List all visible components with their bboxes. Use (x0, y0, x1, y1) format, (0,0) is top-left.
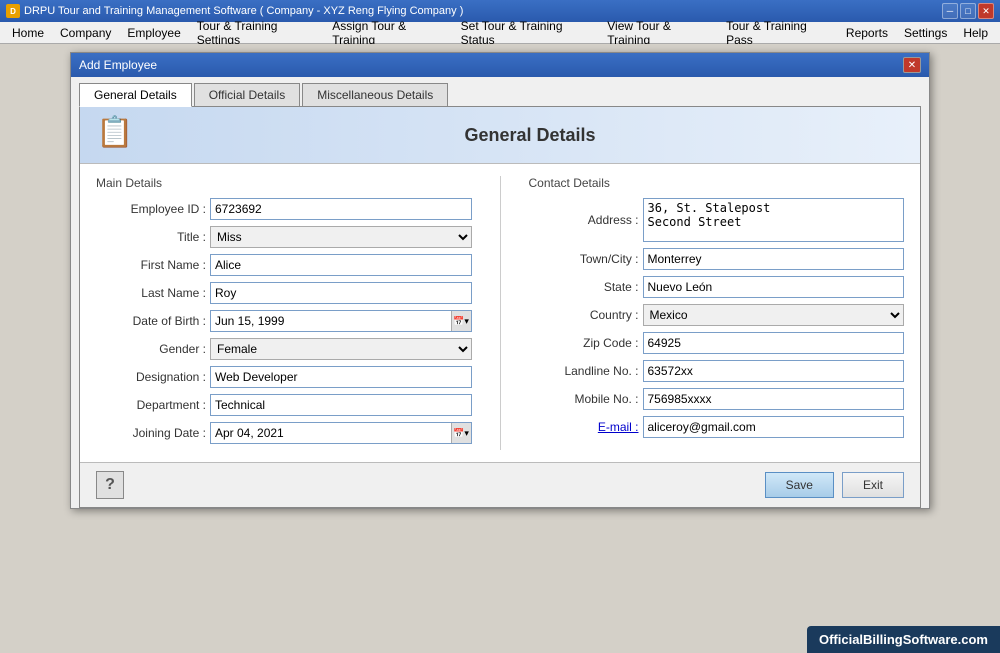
maximize-button[interactable]: □ (960, 3, 976, 19)
address-row: Address : 36, St. Stalepost Second Stree… (529, 198, 905, 242)
window-title: DRPU Tour and Training Management Softwa… (24, 5, 463, 17)
email-input[interactable] (643, 416, 905, 438)
tab-general-details[interactable]: General Details (79, 83, 192, 107)
last-name-label: Last Name : (96, 286, 206, 300)
dialog-close-button[interactable]: ✕ (903, 57, 921, 73)
app-icon: D (6, 4, 20, 18)
state-input[interactable] (643, 276, 905, 298)
menu-settings[interactable]: Settings (896, 24, 955, 42)
title-label: Title : (96, 230, 206, 244)
content-panel: General Details Main Details Employee ID… (79, 106, 921, 508)
tab-miscellaneous-details[interactable]: Miscellaneous Details (302, 83, 448, 106)
joining-date-wrapper: 📅▾ (210, 422, 472, 444)
country-label: Country : (529, 308, 639, 322)
address-label: Address : (529, 213, 639, 227)
dob-row: Date of Birth : 📅▾ (96, 310, 472, 332)
joining-date-calendar-button[interactable]: 📅▾ (451, 423, 471, 443)
state-row: State : (529, 276, 905, 298)
employee-id-row: Employee ID : (96, 198, 472, 220)
dob-input[interactable] (211, 312, 451, 330)
menu-help[interactable]: Help (955, 24, 996, 42)
close-window-button[interactable]: ✕ (978, 3, 994, 19)
dialog-title-bar: Add Employee ✕ (71, 53, 929, 77)
mobile-input[interactable] (643, 388, 905, 410)
dialog-title: Add Employee (79, 58, 157, 72)
form-divider (500, 176, 501, 450)
joining-date-label: Joining Date : (96, 426, 206, 440)
address-input[interactable]: 36, St. Stalepost Second Street (643, 198, 905, 242)
town-city-input[interactable] (643, 248, 905, 270)
employee-id-input[interactable] (210, 198, 472, 220)
main-details-label: Main Details (96, 176, 472, 190)
country-row: Country : Mexico USA Canada (529, 304, 905, 326)
last-name-input[interactable] (210, 282, 472, 304)
department-label: Department : (96, 398, 206, 412)
title-row: Title : Miss Mr Mrs Dr (96, 226, 472, 248)
section-icon (96, 115, 146, 155)
gender-select[interactable]: Female Male Other (210, 338, 472, 360)
landline-label: Landline No. : (529, 364, 639, 378)
tab-bar: General Details Official Details Miscell… (71, 77, 929, 106)
menu-home[interactable]: Home (4, 24, 52, 42)
save-button[interactable]: Save (765, 472, 834, 498)
menu-bar: Home Company Employee Tour & Training Se… (0, 22, 1000, 44)
menu-company[interactable]: Company (52, 24, 119, 42)
watermark: OfficialBillingSoftware.com (807, 626, 1000, 653)
main-area: Add Employee ✕ General Details Official … (0, 44, 1000, 653)
tab-official-details[interactable]: Official Details (194, 83, 300, 106)
help-button[interactable]: ? (96, 471, 124, 499)
zip-code-row: Zip Code : (529, 332, 905, 354)
designation-input[interactable] (210, 366, 472, 388)
menu-employee[interactable]: Employee (119, 24, 188, 42)
email-label[interactable]: E-mail : (529, 420, 639, 434)
first-name-input[interactable] (210, 254, 472, 276)
window-controls: ─ □ ✕ (942, 3, 994, 19)
zip-code-label: Zip Code : (529, 336, 639, 350)
add-employee-dialog: Add Employee ✕ General Details Official … (70, 52, 930, 509)
menu-reports[interactable]: Reports (838, 24, 896, 42)
joining-date-row: Joining Date : 📅▾ (96, 422, 472, 444)
contact-details-label: Contact Details (529, 176, 905, 190)
form-area: Main Details Employee ID : Title : Miss … (80, 164, 920, 462)
mobile-label: Mobile No. : (529, 392, 639, 406)
designation-row: Designation : (96, 366, 472, 388)
email-row: E-mail : (529, 416, 905, 438)
contact-details-section: Contact Details Address : 36, St. Stalep… (529, 176, 905, 450)
state-label: State : (529, 280, 639, 294)
minimize-button[interactable]: ─ (942, 3, 958, 19)
landline-input[interactable] (643, 360, 905, 382)
dob-label: Date of Birth : (96, 314, 206, 328)
joining-date-input[interactable] (211, 424, 451, 442)
first-name-row: First Name : (96, 254, 472, 276)
gender-row: Gender : Female Male Other (96, 338, 472, 360)
main-details-section: Main Details Employee ID : Title : Miss … (96, 176, 472, 450)
town-city-label: Town/City : (529, 252, 639, 266)
header-banner: General Details (80, 107, 920, 164)
employee-id-label: Employee ID : (96, 202, 206, 216)
zip-code-input[interactable] (643, 332, 905, 354)
dob-calendar-button[interactable]: 📅▾ (451, 311, 471, 331)
department-input[interactable] (210, 394, 472, 416)
title-select[interactable]: Miss Mr Mrs Dr (210, 226, 472, 248)
country-select[interactable]: Mexico USA Canada (643, 304, 905, 326)
exit-button[interactable]: Exit (842, 472, 904, 498)
mobile-row: Mobile No. : (529, 388, 905, 410)
first-name-label: First Name : (96, 258, 206, 272)
bottom-area: ? Save Exit (80, 462, 920, 507)
dob-date-wrapper: 📅▾ (210, 310, 472, 332)
department-row: Department : (96, 394, 472, 416)
gender-label: Gender : (96, 342, 206, 356)
town-city-row: Town/City : (529, 248, 905, 270)
designation-label: Designation : (96, 370, 206, 384)
last-name-row: Last Name : (96, 282, 472, 304)
section-title: General Details (156, 125, 904, 146)
landline-row: Landline No. : (529, 360, 905, 382)
